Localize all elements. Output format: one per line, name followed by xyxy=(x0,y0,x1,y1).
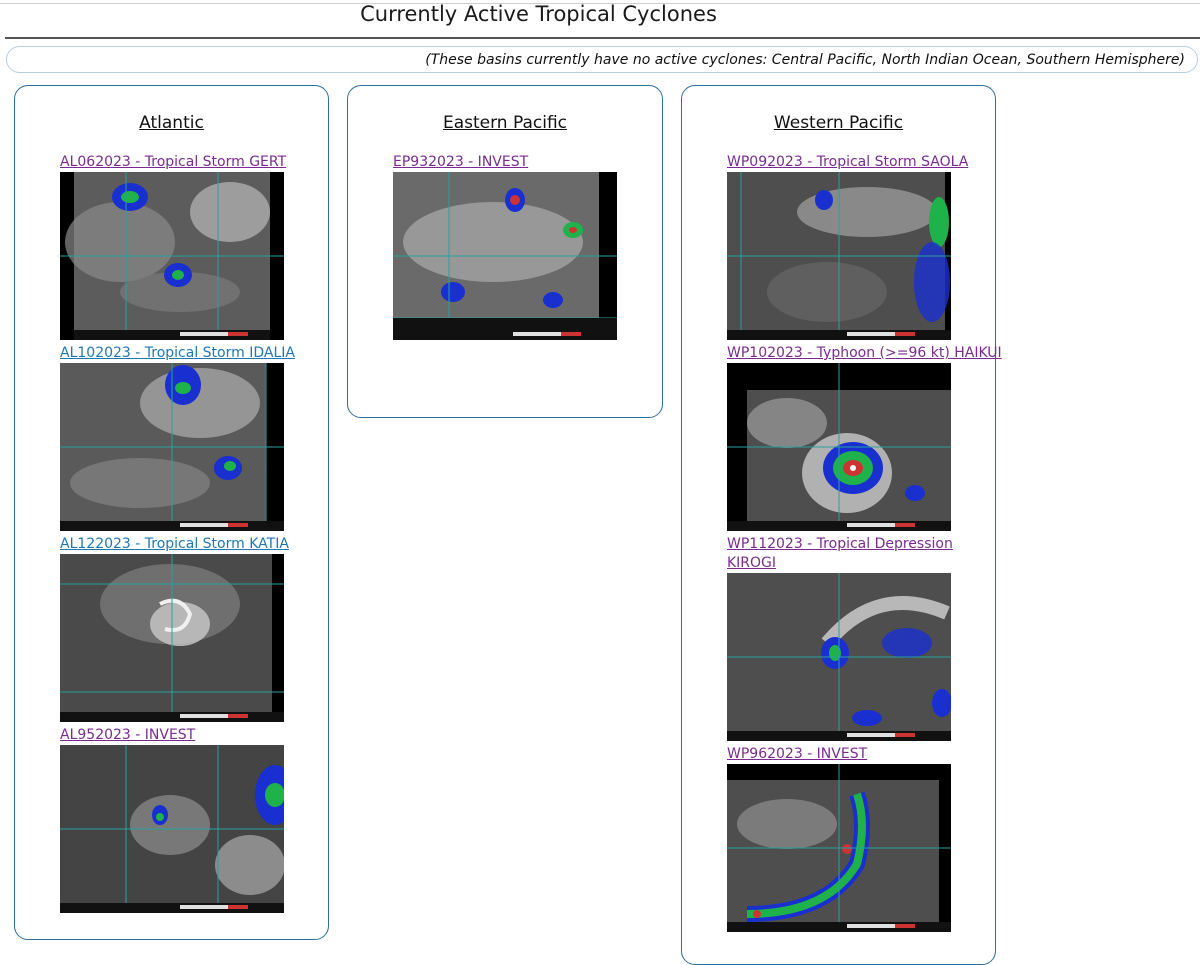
storm-link[interactable]: AL102023 - Tropical Storm IDALIA xyxy=(60,344,330,363)
storm-entry: AL122023 - Tropical Storm KATIA xyxy=(60,535,330,722)
page-title: Currently Active Tropical Cyclones xyxy=(360,2,717,26)
basin-title-eastern-pacific: Eastern Pacific xyxy=(442,113,568,133)
storm-link[interactable]: WP962023 - INVEST xyxy=(727,745,997,764)
basin-title-western-pacific: Western Pacific xyxy=(773,113,904,133)
satellite-image[interactable] xyxy=(60,745,284,913)
storm-link[interactable]: AL062023 - Tropical Storm GERT xyxy=(60,153,330,172)
storm-entry: AL062023 - Tropical Storm GERT xyxy=(60,153,330,340)
basin-panel-western-pacific: Western Pacific WP092023 - Tropical Stor… xyxy=(681,85,1002,965)
title-divider xyxy=(5,37,1200,39)
storm-entry: AL102023 - Tropical Storm IDALIA xyxy=(60,344,330,531)
storm-entry: WP962023 - INVEST xyxy=(727,745,997,932)
basin-panel-eastern-pacific: Eastern Pacific EP932023 - INVEST xyxy=(347,85,663,418)
storm-link[interactable]: EP932023 - INVEST xyxy=(393,153,663,172)
storm-link[interactable]: WP102023 - Typhoon (>=96 kt) HAIKUI xyxy=(727,344,1002,363)
satellite-image[interactable] xyxy=(727,764,951,932)
storm-entry: WP112023 - Tropical Depression KIROGI xyxy=(727,535,997,741)
inactive-basins-notice: (These basins currently have no active c… xyxy=(6,46,1198,73)
satellite-image[interactable] xyxy=(393,172,617,340)
storm-entry: AL952023 - INVEST xyxy=(60,726,330,913)
satellite-image[interactable] xyxy=(60,363,284,531)
storm-link[interactable]: AL122023 - Tropical Storm KATIA xyxy=(60,535,330,554)
storm-entry: WP092023 - Tropical Storm SAOLA xyxy=(727,153,997,340)
satellite-image[interactable] xyxy=(60,172,284,340)
satellite-image[interactable] xyxy=(727,573,951,741)
satellite-image[interactable] xyxy=(727,363,951,531)
storm-entry: WP102023 - Typhoon (>=96 kt) HAIKUI xyxy=(727,344,1002,531)
satellite-image[interactable] xyxy=(60,554,284,722)
storm-link[interactable]: AL952023 - INVEST xyxy=(60,726,330,745)
storm-link[interactable]: WP112023 - Tropical Depression KIROGI xyxy=(727,535,967,573)
storm-entry: EP932023 - INVEST xyxy=(393,153,663,340)
satellite-image[interactable] xyxy=(727,172,951,340)
basin-title-atlantic: Atlantic xyxy=(139,113,204,133)
basin-panel-atlantic: Atlantic AL062023 - Tropical Storm GERT xyxy=(14,85,329,940)
storm-link[interactable]: WP092023 - Tropical Storm SAOLA xyxy=(727,153,997,172)
